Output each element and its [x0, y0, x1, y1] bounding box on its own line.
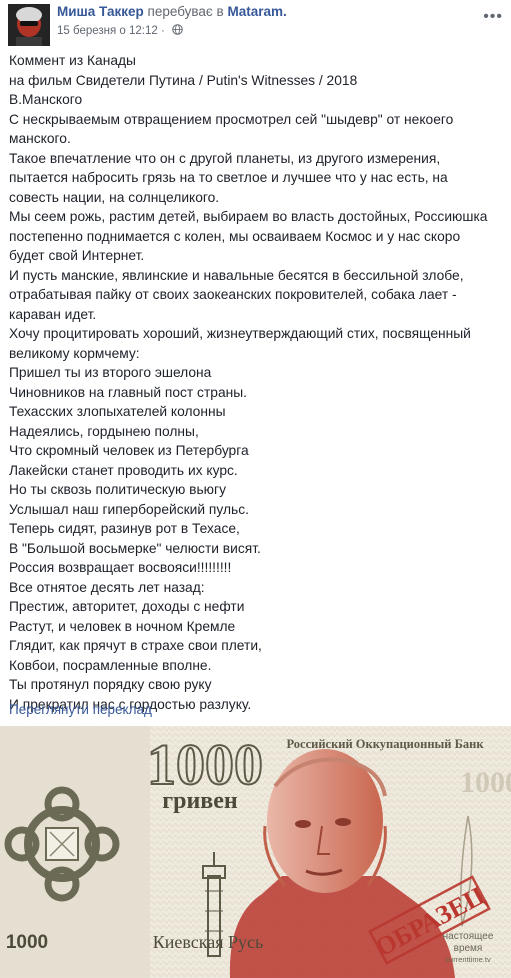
- post-text-line: Коммент из Канады: [9, 53, 136, 68]
- currency-name: гривен: [162, 788, 238, 814]
- post-timestamp[interactable]: 15 березня о 12:12 ·: [57, 25, 165, 37]
- post-text-line: будет свой Интернет.: [9, 248, 145, 263]
- post-text-line: великому кормчему:: [9, 345, 140, 361]
- post-text-line: Что скромный человек из Петербурга: [9, 443, 249, 458]
- denomination-small: 1000: [6, 932, 48, 953]
- author-place[interactable]: Mataram.: [228, 4, 287, 19]
- post-text-line: манского.: [9, 131, 71, 146]
- globe-icon[interactable]: [172, 24, 183, 35]
- post-text-line: пытается набросить грязь на то светлое и…: [9, 170, 448, 185]
- post-text-line: Глядит, как прячут в страхе свои плети,: [9, 638, 262, 653]
- bank-name: Российский Оккупационный Банк: [286, 737, 484, 751]
- post-text-line: Чиновников на главный пост страны.: [9, 384, 247, 400]
- post-meta: 15 березня о 12:12 ·: [57, 24, 183, 37]
- post-text-line: И пусть манские, явлинские и навальные б…: [9, 267, 464, 283]
- post-text-line: Техасских злопыхателей колонны: [9, 404, 226, 419]
- banknote-image: 1000 гривен Российский Оккупационный Бан…: [0, 726, 511, 978]
- author-name[interactable]: Миша Таккер: [57, 4, 144, 19]
- post-text-line: В.Манского: [9, 92, 83, 107]
- post-text-line: Все отнятое десять лет назад:: [9, 579, 205, 595]
- avatar[interactable]: [8, 4, 50, 46]
- post-text-line: В "Большой восьмерке" челюсти висят.: [9, 540, 261, 556]
- post-text-line: на фильм Свидетели Путина / Putin's Witn…: [9, 72, 358, 88]
- post-text-line: совесть нации, на солнцеликого.: [9, 189, 220, 205]
- post-text-line: Россия возвращает восвояси!!!!!!!!!: [9, 560, 232, 575]
- post-text: Коммент из Канады на фильм Свидетели Пути…: [9, 51, 504, 714]
- post-text-line: Растут, и человек в ночном Кремле: [9, 618, 236, 634]
- author-action: перебуває в: [147, 4, 224, 19]
- watermark-url: currenttime.tv: [445, 955, 491, 964]
- post-text-line: С нескрываемым отвращением просмотрел се…: [9, 111, 454, 127]
- post-text-line: Лакейски станет проводить их курс.: [9, 462, 238, 478]
- watermark-line2: время: [454, 943, 483, 954]
- post-text-line: Такое впечатление что он с другой планет…: [9, 150, 441, 166]
- author-line: Миша Таккер перебуває в Mataram.: [57, 4, 287, 19]
- banknote-photo[interactable]: 1000 гривен Российский Оккупационный Бан…: [0, 726, 511, 978]
- post-text-line: караван идет.: [9, 306, 97, 322]
- denomination-watermark: 1000: [460, 766, 511, 799]
- post-text-line: отрабатывая пайку от своих заокеанских п…: [9, 287, 457, 302]
- post-text-line: Хочу процитировать хороший, жизнеутвержд…: [9, 326, 471, 341]
- post-text-line: Ты протянул порядку свою руку: [9, 677, 212, 692]
- post-text-line: Мы сеем рожь, растим детей, выбираем во …: [9, 209, 488, 224]
- post-text-line: Пришел ты из второго эшелона: [9, 365, 212, 380]
- ellipsis-icon[interactable]: •••: [483, 8, 503, 26]
- post-text-line: Ковбои, посрамленные вполне.: [9, 657, 212, 673]
- post-text-line: Надеялись, гордынею полны,: [9, 423, 199, 439]
- post-text-line: Но ты сквозь политическую вьюгу: [9, 482, 226, 497]
- post-text-line: Услышал наш гиперборейский пульс.: [9, 501, 249, 517]
- post-text-line: постепенно поднимается с колен, мы осваи…: [9, 228, 461, 244]
- post-header: Миша Таккер перебуває в Mataram. 15 бере…: [0, 0, 511, 46]
- post-text-line: Теперь сидят, разинув рот в Техасе,: [9, 521, 240, 536]
- post-text-line: Престиж, авторитет, доходы с нефти: [9, 599, 245, 614]
- avatar-image: [8, 4, 50, 46]
- region-name: Киевская Русь: [153, 932, 263, 952]
- see-translation-link[interactable]: Переглянути переклад: [9, 702, 152, 717]
- watermark-line1: настоящее: [443, 931, 494, 942]
